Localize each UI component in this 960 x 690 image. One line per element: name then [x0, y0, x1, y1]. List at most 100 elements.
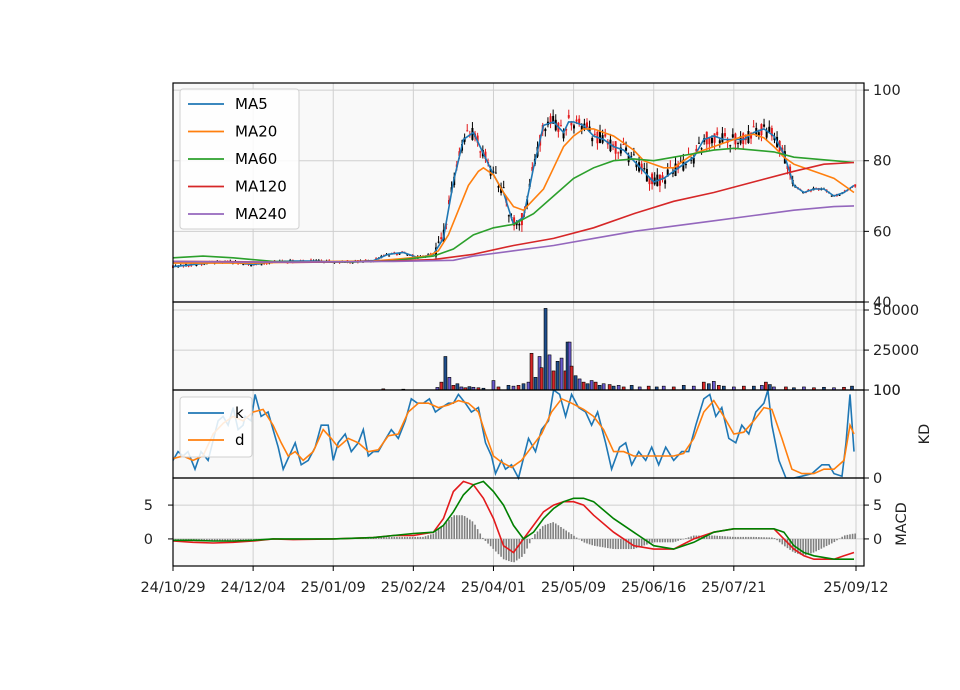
x-tick-label: 25/07/21 — [701, 580, 766, 596]
macd-histogram-bar — [612, 538, 614, 549]
volume-bar — [616, 385, 621, 391]
macd-histogram-bar — [403, 536, 406, 539]
macd-histogram-bar — [484, 538, 487, 541]
legend-label-ma120: MA120 — [235, 178, 287, 196]
x-tick-label: 24/12/04 — [221, 580, 286, 596]
macd-histogram-bar — [820, 538, 823, 549]
macd-histogram-bar — [672, 538, 674, 543]
macd-histogram-bar — [549, 523, 552, 539]
volume-bar — [573, 375, 578, 391]
macd-histogram-bar — [617, 538, 620, 550]
macd-histogram-bar — [609, 538, 612, 549]
macd-histogram-bar — [760, 537, 763, 539]
macd-histogram-bar — [721, 536, 724, 539]
macd-histogram-bar — [659, 538, 661, 543]
macd-histogram-bar — [416, 536, 419, 539]
volume-bar — [533, 377, 538, 391]
volume-bar — [529, 352, 534, 391]
macd-histogram-bar — [838, 538, 841, 540]
macd-histogram-bar — [482, 537, 484, 539]
macd-histogram-bar — [843, 535, 846, 539]
volume-bar — [526, 381, 531, 391]
macd-histogram-bar — [409, 536, 411, 539]
volume-tick-label: 50000 — [873, 303, 919, 319]
macd-histogram-bar — [437, 529, 440, 539]
candle-body — [388, 255, 391, 257]
price-tick-label: 100 — [873, 83, 901, 99]
macd-histogram-bar — [185, 538, 187, 540]
macd-histogram-bar — [547, 523, 549, 539]
volume-bar — [577, 378, 582, 391]
macd-histogram-bar — [393, 536, 396, 539]
macd-histogram-bar — [432, 533, 435, 539]
macd-histogram-bar — [651, 538, 653, 543]
price-tick-label: 60 — [873, 224, 891, 240]
candle-body — [585, 122, 588, 128]
macd-histogram-bar — [422, 536, 424, 539]
macd-histogram-bar — [383, 537, 385, 539]
volume-bar — [447, 377, 452, 391]
macd-histogram-bar — [440, 527, 442, 539]
macd-left-tick-label: 0 — [144, 532, 153, 548]
macd-histogram-bar — [396, 536, 398, 539]
legend-label-ma240: MA240 — [235, 205, 287, 223]
macd-histogram-bar — [742, 536, 745, 539]
macd-histogram-bar — [711, 535, 713, 539]
macd-histogram-bar — [588, 538, 591, 545]
macd-histogram-bar — [414, 536, 416, 539]
macd-histogram-bar — [575, 537, 578, 539]
macd-histogram-bar — [448, 519, 450, 539]
volume-bar — [581, 381, 586, 391]
macd-histogram-bar — [750, 536, 752, 539]
x-tick-label: 24/10/29 — [140, 580, 205, 596]
legend-label-k: k — [235, 404, 244, 422]
macd-left-tick-label: 5 — [144, 498, 153, 514]
macd-histogram-bar — [596, 538, 599, 547]
volume-bar — [551, 370, 556, 391]
candle-body — [575, 119, 578, 122]
x-tick-label: 25/05/09 — [541, 580, 606, 596]
macd-histogram-bar — [411, 536, 414, 539]
macd-histogram-bar — [815, 538, 817, 552]
macd-histogram-bar — [239, 538, 242, 541]
macd-histogram-bar — [674, 538, 677, 542]
volume-bar — [589, 380, 594, 391]
macd-histogram-bar — [810, 538, 812, 554]
macd-histogram-bar — [456, 515, 458, 539]
macd-histogram-bar — [781, 538, 784, 545]
macd-histogram-bar — [718, 535, 721, 539]
candle-body — [737, 143, 740, 145]
candle-body — [440, 237, 443, 240]
candle-body — [625, 147, 628, 151]
candle-body — [713, 133, 716, 143]
macd-histogram-bar — [177, 538, 180, 540]
macd-histogram-bar — [765, 537, 768, 539]
macd-histogram-bar — [242, 538, 245, 540]
macd-histogram-bar — [734, 536, 737, 539]
volume-bar — [559, 357, 564, 391]
macd-histogram-bar — [479, 533, 482, 539]
macd-histogram-bar — [458, 515, 461, 539]
macd-histogram-bar — [180, 538, 182, 540]
macd-histogram-bar — [174, 538, 177, 540]
macd-histogram-bar — [620, 538, 622, 550]
macd-histogram-bar — [594, 538, 596, 546]
volume-bar — [543, 308, 548, 391]
macd-histogram-bar — [732, 536, 734, 539]
candle-body — [708, 137, 711, 145]
volume-bar — [443, 356, 448, 391]
macd-histogram-bar — [763, 537, 765, 539]
macd-histogram-bar — [406, 536, 409, 539]
macd-histogram-bar — [836, 538, 838, 541]
candle-body — [572, 125, 575, 129]
x-tick-label: 25/06/16 — [621, 580, 686, 596]
candle-body — [544, 128, 547, 132]
volume-bar — [681, 385, 686, 391]
macd-histogram-bar — [497, 538, 500, 555]
legend-label-d: d — [235, 431, 245, 449]
candle-body — [716, 131, 719, 136]
volume-bar — [716, 385, 721, 391]
macd-histogram-bar — [245, 538, 247, 540]
legend-label-ma20: MA20 — [235, 123, 277, 141]
candle-body — [718, 140, 721, 144]
